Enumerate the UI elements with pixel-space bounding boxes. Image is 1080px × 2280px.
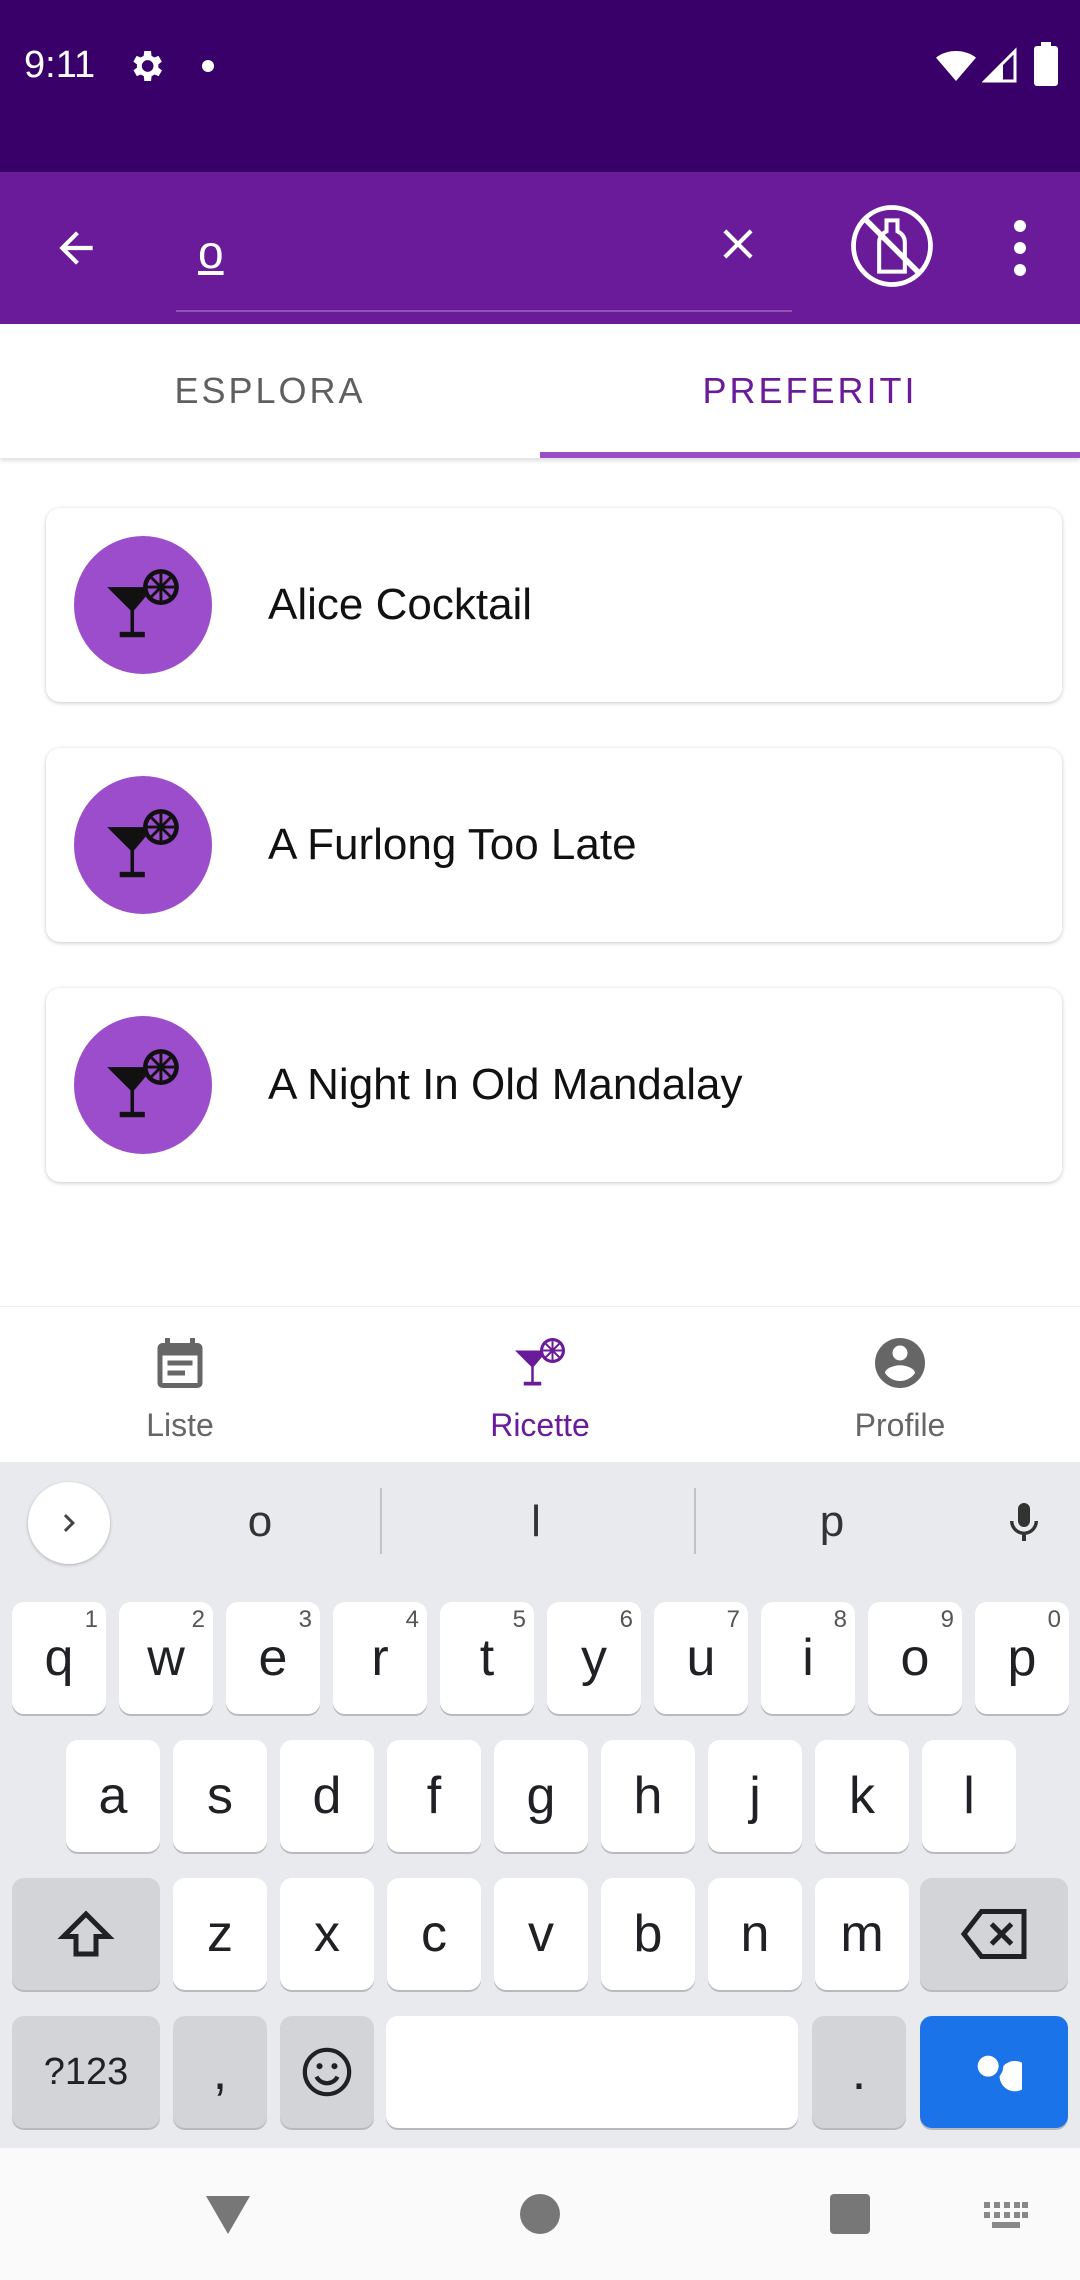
key-c[interactable]: c [387, 1878, 481, 1990]
nav-home-icon[interactable] [520, 2194, 560, 2234]
list-item[interactable]: A Furlong Too Late [46, 748, 1062, 942]
system-navigation-bar [0, 2148, 1080, 2280]
tab-bar: ESPLORA PREFERITI [0, 324, 1080, 458]
key-j[interactable]: j [708, 1740, 802, 1852]
nav-recents-icon[interactable] [830, 2194, 870, 2234]
key-o[interactable]: o9 [868, 1602, 962, 1714]
cocktail-icon [107, 569, 179, 638]
bottom-navigation: Liste Ricette Profile [0, 1306, 1080, 1462]
backspace-icon [960, 1909, 1027, 1959]
close-icon [723, 229, 753, 259]
tab-indicator [540, 452, 1080, 458]
key-w[interactable]: w2 [119, 1602, 213, 1714]
keyboard-menu-button[interactable] [28, 1482, 110, 1564]
key-x[interactable]: x [280, 1878, 374, 1990]
arrow-back-icon [59, 231, 93, 265]
tab-preferiti[interactable]: PREFERITI [540, 324, 1080, 458]
back-button[interactable] [44, 216, 108, 280]
key-r[interactable]: r4 [333, 1602, 427, 1714]
clear-search-button[interactable] [706, 212, 770, 276]
key-y[interactable]: y6 [547, 1602, 641, 1714]
gear-icon [133, 51, 162, 81]
no-alcohol-icon [851, 205, 933, 287]
cocktail-icon [107, 1049, 179, 1118]
emoji-key[interactable] [280, 2016, 374, 2128]
key-e[interactable]: e3 [226, 1602, 320, 1714]
search-app-bar [0, 172, 1080, 324]
key-u[interactable]: u7 [654, 1602, 748, 1714]
key-p[interactable]: p0 [975, 1602, 1069, 1714]
bottom-nav-label: Profile [854, 1407, 946, 1443]
suggestion-item[interactable]: o [140, 1480, 380, 1564]
nav-back-icon[interactable] [204, 2192, 252, 2236]
mic-icon [1010, 1503, 1038, 1541]
key-a[interactable]: a [66, 1740, 160, 1852]
status-time: 9:11 [24, 44, 96, 86]
search-input[interactable] [176, 202, 792, 302]
symbols-key[interactable]: ?123 [12, 2016, 160, 2128]
wifi-icon [936, 51, 976, 81]
soft-keyboard: o l p q1 w2 e3 r4 t5 y6 u7 i8 o9 p0 a s … [0, 1462, 1080, 2148]
more-vert-icon [1014, 220, 1026, 232]
key-h[interactable]: h [601, 1740, 695, 1852]
calendar-list-icon [157, 1338, 203, 1388]
cocktail-icon [107, 809, 179, 878]
bottom-nav-label: Ricette [490, 1407, 590, 1443]
search-action-key[interactable] [920, 2016, 1068, 2128]
status-bar: 9:11 [0, 0, 1080, 172]
key-b[interactable]: b [601, 1878, 695, 1990]
shift-icon [57, 1910, 115, 1957]
emoji-icon [302, 2047, 352, 2097]
shift-key[interactable] [12, 1878, 160, 1990]
signal-icon [982, 47, 1017, 83]
non-alcoholic-filter-button[interactable] [846, 200, 938, 292]
key-d[interactable]: d [280, 1740, 374, 1852]
cocktail-name: A Night In Old Mandalay [268, 1060, 743, 1109]
cocktail-name: Alice Cocktail [268, 580, 533, 629]
cocktail-avatar [74, 776, 212, 914]
key-g[interactable]: g [494, 1740, 588, 1852]
key-l[interactable]: l [922, 1740, 1016, 1852]
period-key[interactable]: . [812, 2016, 906, 2128]
suggestion-strip: o l p [0, 1462, 1080, 1582]
account-circle-icon [875, 1338, 925, 1388]
suggestion-divider [380, 1488, 382, 1554]
search-icon [977, 2055, 1022, 2092]
cocktail-name: A Furlong Too Late [268, 820, 637, 869]
suggestion-item[interactable]: p [712, 1480, 952, 1564]
tab-esplora[interactable]: ESPLORA [0, 324, 540, 458]
key-i[interactable]: i8 [761, 1602, 855, 1714]
keyboard-switch-icon[interactable] [984, 2202, 1028, 2230]
more-options-button[interactable] [1000, 216, 1040, 280]
suggestion-item[interactable]: l [416, 1480, 656, 1564]
backspace-key[interactable] [920, 1878, 1068, 1990]
cocktail-icon [515, 1338, 565, 1386]
chevron-right-icon [63, 1514, 75, 1532]
bottom-nav-profile[interactable]: Profile [720, 1307, 1080, 1463]
comma-key[interactable]: , [173, 2016, 267, 2128]
notification-dot-icon [202, 60, 214, 72]
voice-input-button[interactable] [992, 1488, 1056, 1558]
list-item[interactable]: Alice Cocktail [46, 508, 1062, 702]
cocktail-avatar [74, 1016, 212, 1154]
search-underline [176, 310, 792, 312]
bottom-nav-ricette[interactable]: Ricette [360, 1307, 720, 1463]
bottom-nav-label: Liste [146, 1407, 214, 1443]
key-v[interactable]: v [494, 1878, 588, 1990]
key-f[interactable]: f [387, 1740, 481, 1852]
key-n[interactable]: n [708, 1878, 802, 1990]
battery-icon [1034, 42, 1058, 86]
key-q[interactable]: q1 [12, 1602, 106, 1714]
key-z[interactable]: z [173, 1878, 267, 1990]
bottom-nav-liste[interactable]: Liste [0, 1307, 360, 1463]
cocktail-avatar [74, 536, 212, 674]
list-item[interactable]: A Night In Old Mandalay [46, 988, 1062, 1182]
space-key[interactable] [386, 2016, 798, 2128]
suggestion-divider [694, 1488, 696, 1554]
key-t[interactable]: t5 [440, 1602, 534, 1714]
key-s[interactable]: s [173, 1740, 267, 1852]
key-k[interactable]: k [815, 1740, 909, 1852]
key-m[interactable]: m [815, 1878, 909, 1990]
